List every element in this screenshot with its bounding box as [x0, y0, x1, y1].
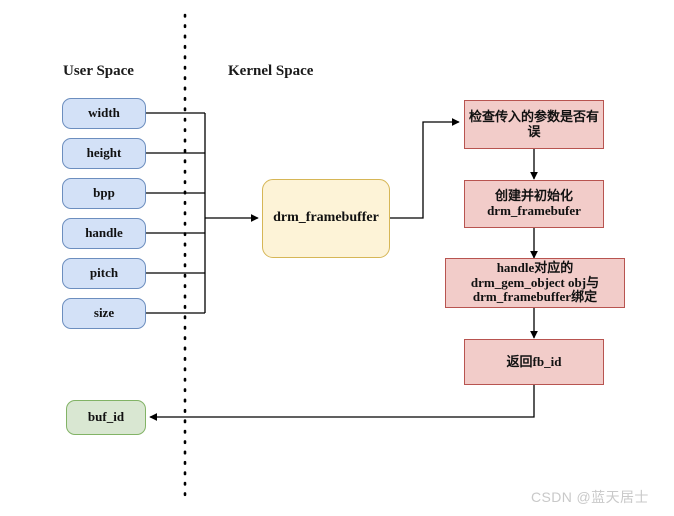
param-label: bpp	[93, 185, 115, 201]
step-box-check-params[interactable]: 检查传入的参数是否有误	[464, 100, 604, 149]
step-line-2: drm_gem_object obj与	[470, 274, 600, 290]
param-box-bpp[interactable]: bpp	[62, 178, 146, 209]
param-box-handle[interactable]: handle	[62, 218, 146, 249]
watermark-text: CSDN @蓝天居士	[531, 489, 649, 505]
step-line-1: 创建并初始化	[494, 188, 573, 204]
result-label: buf_id	[87, 409, 125, 425]
lane-title-kernel-space: Kernel Space	[228, 63, 314, 79]
param-label: handle	[85, 225, 123, 241]
step-box-return-fb-id[interactable]: 返回fb_id	[464, 339, 604, 385]
param-label: height	[86, 145, 122, 161]
step-box-create-init[interactable]: 创建并初始化 drm_framebufer	[464, 180, 604, 228]
param-box-pitch[interactable]: pitch	[62, 258, 146, 289]
step-line-1: 返回fb_id	[506, 353, 562, 369]
param-box-width[interactable]: width	[62, 98, 146, 129]
step-line-3: drm_framebuffer绑定	[472, 289, 598, 305]
result-box-buf-id[interactable]: buf_id	[66, 400, 146, 435]
kernel-entry-box-drm-framebuffer[interactable]: drm_framebuffer	[262, 179, 390, 258]
param-box-height[interactable]: height	[62, 138, 146, 169]
lane-title-user-space: User Space	[63, 63, 134, 79]
param-box-size[interactable]: size	[62, 298, 146, 329]
param-label: width	[88, 105, 120, 121]
param-label: pitch	[89, 265, 119, 281]
diagram-canvas: User Space Kernel Space width height bpp…	[0, 0, 674, 516]
step-line-1: handle对应的	[496, 259, 574, 275]
step-line-2: drm_framebufer	[487, 203, 581, 218]
param-label: size	[93, 305, 115, 321]
step-line-1: 检查传入的参数是否有误	[468, 108, 599, 139]
kernel-entry-label: drm_framebuffer	[273, 210, 379, 226]
step-box-bind-gem-object[interactable]: handle对应的 drm_gem_object obj与 drm_frameb…	[445, 258, 625, 308]
